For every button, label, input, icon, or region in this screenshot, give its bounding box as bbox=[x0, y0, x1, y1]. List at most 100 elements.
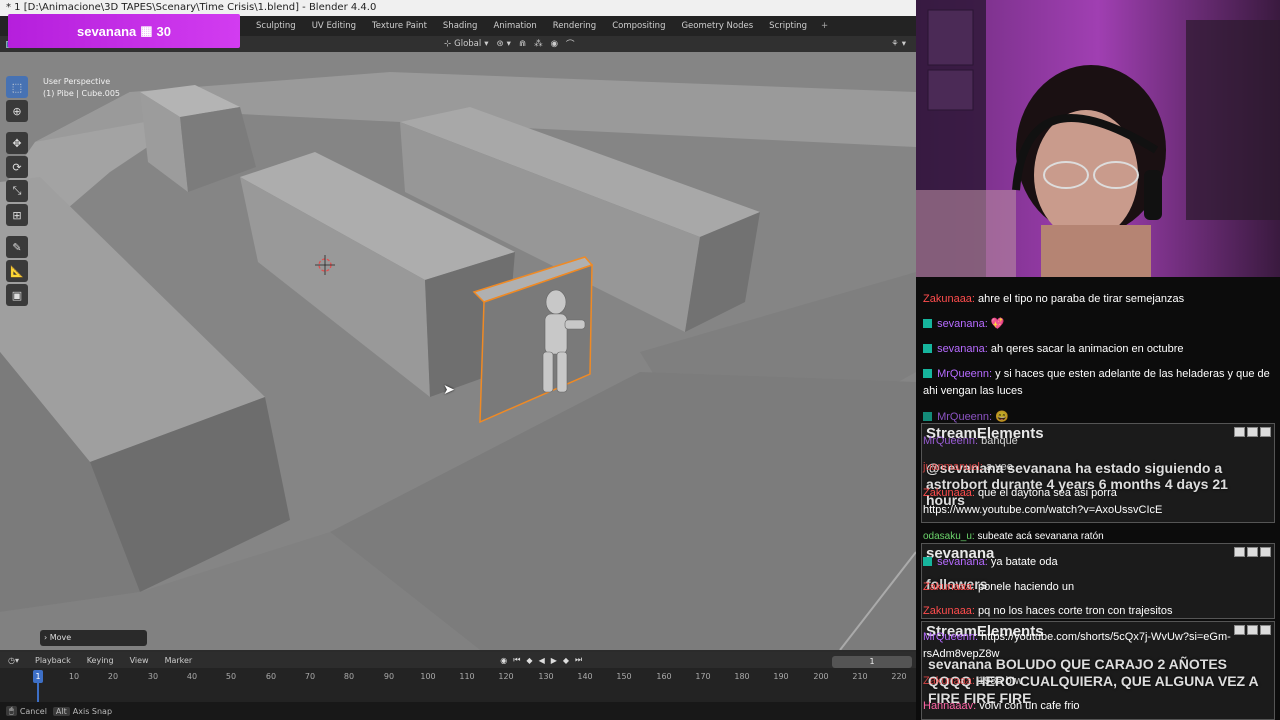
subscriber-badge-icon bbox=[923, 344, 932, 353]
active-object-label: (1) Pibe | Cube.005 bbox=[43, 89, 120, 98]
jump-start-icon[interactable]: ⏮ bbox=[513, 655, 520, 665]
tab-compositing[interactable]: Compositing bbox=[604, 16, 673, 36]
play-icon[interactable]: ▶ bbox=[551, 656, 557, 665]
timeline-header: ◷▾ Playback Keying View Marker ◉ ⏮ ◆ ◀ ▶… bbox=[0, 652, 916, 668]
cursor-tool[interactable]: ⊕ bbox=[6, 100, 28, 122]
frame-tick: 10 bbox=[68, 672, 80, 681]
play-reverse-icon[interactable]: ◀ bbox=[539, 656, 545, 665]
chat-panel: Zakunaaa: ahre el tipo no paraba de tira… bbox=[916, 277, 1280, 720]
tab-rendering[interactable]: Rendering bbox=[545, 16, 604, 36]
chat-username: Zakunaaa: bbox=[923, 487, 975, 499]
chat-text: 😄 bbox=[995, 411, 1009, 423]
chevron-down-icon: ▾ bbox=[506, 39, 511, 49]
editor-type-icon[interactable]: ◷▾ bbox=[0, 656, 27, 665]
cursor-arrow-icon: ⬚ bbox=[11, 80, 23, 94]
next-key-icon[interactable]: ◆ bbox=[563, 656, 569, 665]
tab-sculpting[interactable]: Sculpting bbox=[248, 16, 304, 36]
frame-tick: 60 bbox=[265, 672, 277, 681]
falloff-dropdown[interactable]: ⌒ bbox=[562, 38, 579, 50]
record-icon[interactable]: ◉ bbox=[500, 656, 507, 665]
chat-text: 💖 bbox=[990, 318, 1005, 330]
tool-divider bbox=[6, 124, 30, 130]
viewport-info: User Perspective (1) Pibe | Cube.005 bbox=[43, 76, 120, 100]
frame-tick: 70 bbox=[304, 672, 316, 681]
annotate-tool[interactable]: ✎ bbox=[6, 236, 28, 258]
frame-tick: 30 bbox=[147, 672, 159, 681]
chat-username: Zakunaaa: bbox=[923, 605, 975, 617]
perspective-label: User Perspective bbox=[43, 77, 111, 86]
chat-message: juanmanuel: a veo bbox=[923, 459, 1275, 476]
frame-tick: 100 bbox=[420, 672, 436, 681]
chat-message: Zakunaaa: que el daytona sea asi porra h… bbox=[923, 485, 1275, 519]
chat-message: Zakunaaa: 1985 btw bbox=[923, 673, 1275, 690]
menu-keying[interactable]: Keying bbox=[79, 656, 122, 665]
tab-geometry-nodes[interactable]: Geometry Nodes bbox=[673, 16, 761, 36]
tool-shelf: ⬚ ⊕ ✥ ⟳ ⤡ ⊞ ✎ 📐 ▣ bbox=[6, 76, 30, 306]
orientation-label: Global bbox=[454, 39, 482, 49]
rotate-icon: ⟳ bbox=[12, 160, 22, 174]
chat-text: ahre el tipo no paraba de tirar semejanz… bbox=[978, 293, 1185, 305]
chat-username: MrQueenn: bbox=[937, 411, 993, 423]
pivot-dropdown[interactable]: ⊛ ▾ bbox=[493, 39, 515, 49]
playhead[interactable]: 1 bbox=[33, 670, 43, 683]
status-bar: 🖱 Cancel Alt Axis Snap bbox=[0, 702, 916, 720]
frame-tick: 90 bbox=[383, 672, 395, 681]
add-cube-tool[interactable]: ▣ bbox=[6, 284, 28, 306]
add-workspace-button[interactable]: + bbox=[815, 21, 834, 31]
jump-end-icon[interactable]: ⏭ bbox=[575, 655, 582, 665]
chat-message: sevanana: ya batate oda bbox=[923, 554, 1275, 571]
frame-tick: 180 bbox=[734, 672, 750, 681]
current-frame-field[interactable]: 1 bbox=[832, 656, 912, 668]
menu-marker[interactable]: Marker bbox=[157, 656, 201, 665]
select-box-tool[interactable]: ⬚ bbox=[6, 76, 28, 98]
menu-view[interactable]: View bbox=[122, 656, 157, 665]
proportional-edit-toggle[interactable]: ◉ bbox=[547, 39, 562, 49]
playback-controls: ◉ ⏮ ◆ ◀ ▶ ◆ ⏭ bbox=[500, 655, 582, 665]
measure-tool[interactable]: 📐 bbox=[6, 260, 28, 282]
chat-text: a veo bbox=[986, 461, 1013, 473]
tab-animation[interactable]: Animation bbox=[485, 16, 544, 36]
scale-tool[interactable]: ⤡ bbox=[6, 180, 28, 202]
chat-username: Zakunaaa: bbox=[923, 675, 975, 687]
rotate-tool[interactable]: ⟳ bbox=[6, 156, 28, 178]
move-tool[interactable]: ✥ bbox=[6, 132, 28, 154]
menu-playback[interactable]: Playback bbox=[27, 656, 79, 665]
tab-scripting[interactable]: Scripting bbox=[761, 16, 815, 36]
chat-username: MrQueenn: bbox=[937, 368, 993, 380]
status-axis-snap: Axis Snap bbox=[72, 706, 113, 716]
tab-shading[interactable]: Shading bbox=[435, 16, 486, 36]
gizmo-toggle[interactable]: ⚘ ▾ bbox=[887, 39, 910, 49]
chat-username: sevanana: bbox=[937, 318, 988, 330]
last-operator-panel[interactable]: › Move bbox=[40, 630, 147, 646]
chat-message: sevanana: 💖 bbox=[923, 316, 1275, 333]
tab-uv-editing[interactable]: UV Editing bbox=[304, 16, 364, 36]
scene-render bbox=[0, 52, 916, 650]
transform-orientation-dropdown[interactable]: ⊹ Global ▾ bbox=[440, 39, 493, 49]
frame-tick: 110 bbox=[459, 672, 475, 681]
axis-icon: ⊹ bbox=[444, 39, 452, 49]
3d-viewport[interactable]: User Perspective (1) Pibe | Cube.005 ⬚ ⊕… bbox=[0, 52, 916, 650]
alt-key-badge: Alt bbox=[52, 706, 70, 716]
chat-username: MrQueenn: bbox=[923, 631, 979, 643]
badge-count: 30 bbox=[156, 23, 172, 39]
chevron-down-icon: ▾ bbox=[901, 39, 906, 49]
transform-icon: ⊞ bbox=[12, 208, 22, 222]
snap-dropdown[interactable]: ⁂ bbox=[530, 39, 547, 49]
frame-tick: 210 bbox=[852, 672, 868, 681]
pivot-icon: ⊛ bbox=[496, 39, 504, 49]
chevron-right-icon: › bbox=[44, 633, 48, 642]
transform-tool[interactable]: ⊞ bbox=[6, 204, 28, 226]
follower-badge: sevanana ▦ 30 bbox=[8, 14, 240, 48]
frame-tick: 40 bbox=[186, 672, 198, 681]
chat-message: MrQueenn: banque bbox=[923, 433, 1275, 450]
frame-tick: 160 bbox=[656, 672, 672, 681]
blender-window: * 1 [D:\Animacione\3D TAPES\Scenary\Time… bbox=[0, 0, 916, 720]
snap-toggle[interactable]: ⋒ bbox=[515, 39, 530, 49]
chat-message: Hannaaav: volvi con un cafe frio bbox=[923, 698, 1275, 715]
tab-texture-paint[interactable]: Texture Paint bbox=[364, 16, 435, 36]
frame-tick: 130 bbox=[538, 672, 554, 681]
prev-key-icon[interactable]: ◆ bbox=[526, 656, 532, 665]
frame-tick: 190 bbox=[773, 672, 789, 681]
chat-message: MrQueenn: https://youtube.com/shorts/5cQ… bbox=[923, 629, 1275, 663]
timeline-body[interactable]: 10 20 30 40 50 60 70 80 90 100 110 120 1… bbox=[0, 668, 916, 702]
